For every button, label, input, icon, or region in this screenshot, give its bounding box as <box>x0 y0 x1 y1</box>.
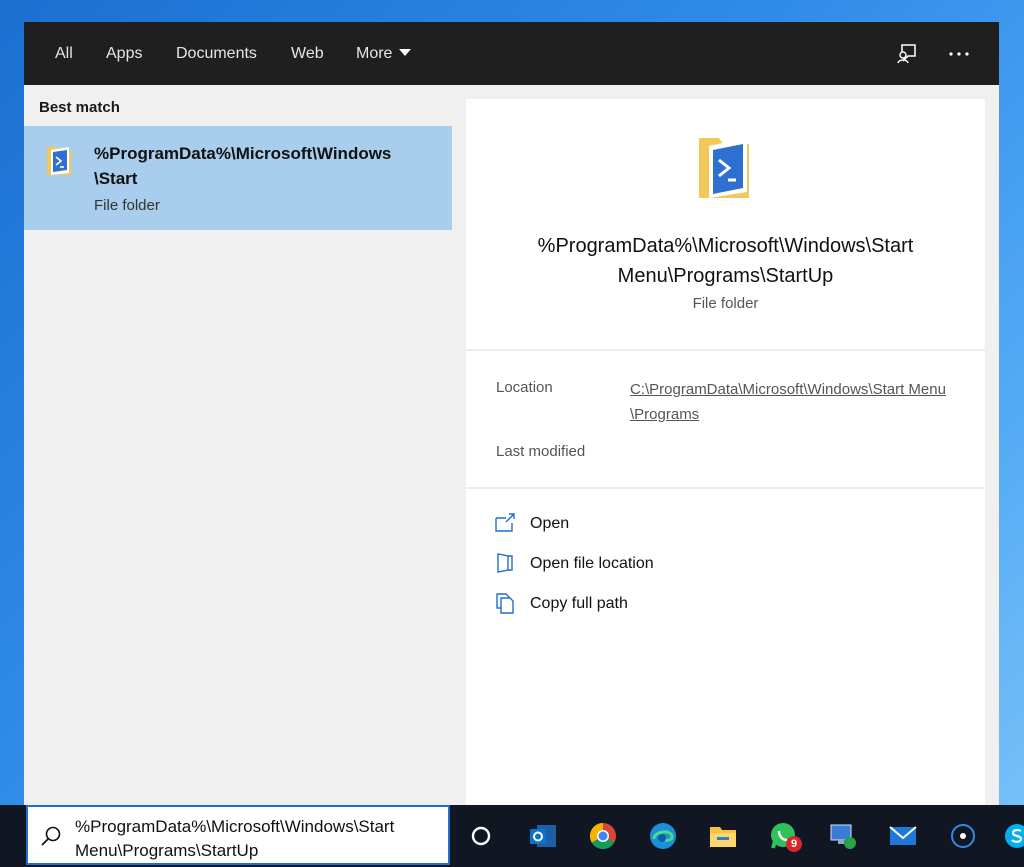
powershell-folder-large-icon <box>699 138 749 198</box>
search-query-text: %ProgramData%\Microsoft\Windows\Start Me… <box>75 817 395 860</box>
location-link[interactable]: C:\ProgramData\Microsoft\Windows\Start M… <box>630 377 960 427</box>
whatsapp-badge: 9 <box>786 836 802 852</box>
tab-documents[interactable]: Documents <box>176 44 257 64</box>
chrome-icon[interactable] <box>588 821 618 851</box>
file-explorer-icon[interactable] <box>708 821 738 851</box>
copy-full-path-label: Copy full path <box>530 595 628 612</box>
location-label: Location <box>496 379 553 396</box>
tab-more[interactable]: More <box>356 44 412 64</box>
details-pane: %ProgramData%\Microsoft\Windows\Start Me… <box>452 85 999 805</box>
tab-apps[interactable]: Apps <box>106 44 142 64</box>
feedback-icon[interactable] <box>895 42 919 66</box>
best-match-result[interactable]: %ProgramData%\Microsoft\Windows\Start Fi… <box>24 126 452 230</box>
search-icon <box>41 826 61 846</box>
results-pane: Best match %ProgramData%\Microsoft\Windo… <box>24 85 452 805</box>
last-modified-label: Last modified <box>496 443 586 460</box>
edge-icon[interactable] <box>648 821 678 851</box>
tab-web[interactable]: Web <box>291 44 324 64</box>
open-label: Open <box>530 515 570 532</box>
result-subtitle: File folder <box>94 197 160 214</box>
network-computer-icon[interactable] <box>828 821 858 851</box>
search-flyout: All Apps Documents Web More Best match %… <box>24 22 999 805</box>
open-file-location-label: Open file location <box>530 555 654 572</box>
more-options-icon[interactable] <box>947 42 971 66</box>
best-match-heading: Best match <box>39 99 120 116</box>
outlook-icon[interactable] <box>528 821 558 851</box>
cortana-ring-icon[interactable] <box>948 821 978 851</box>
result-title: %ProgramData%\Microsoft\Windows\Start <box>94 144 392 188</box>
file-location-icon <box>497 553 513 573</box>
search-input[interactable]: %ProgramData%\Microsoft\Windows\Start Me… <box>26 805 450 865</box>
divider <box>466 349 985 351</box>
detail-subtitle: File folder <box>692 295 759 312</box>
mail-icon[interactable] <box>888 821 918 851</box>
detail-title: %ProgramData%\Microsoft\Windows\Start Me… <box>537 235 914 287</box>
skype-icon[interactable] <box>1002 821 1024 851</box>
open-icon <box>495 513 515 532</box>
tab-more-label: More <box>356 45 393 62</box>
caret-down-icon <box>399 49 412 56</box>
divider <box>466 487 985 489</box>
powershell-folder-icon <box>47 147 71 175</box>
tab-all[interactable]: All <box>55 44 73 64</box>
taskbar: %ProgramData%\Microsoft\Windows\Start Me… <box>0 805 1024 867</box>
cortana-icon[interactable] <box>466 821 496 851</box>
search-scope-bar: All Apps Documents Web More <box>24 22 999 85</box>
copy-path-icon <box>496 593 514 614</box>
details-card: %ProgramData%\Microsoft\Windows\Start Me… <box>466 99 985 805</box>
